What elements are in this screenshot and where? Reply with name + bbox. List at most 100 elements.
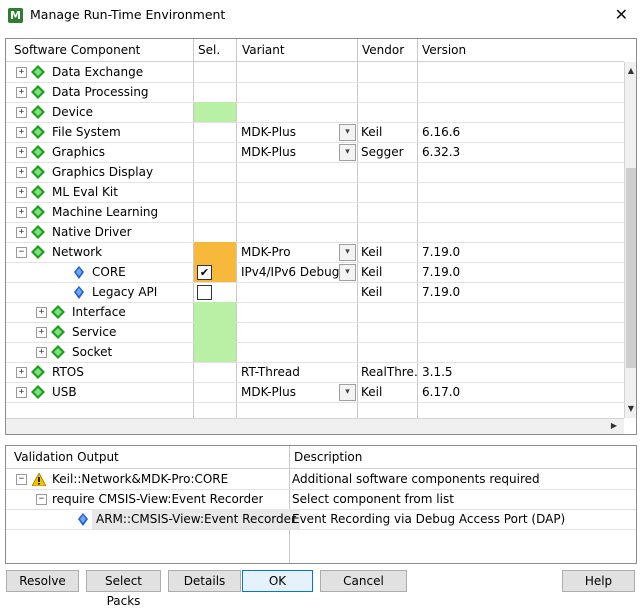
chevron-down-icon[interactable]: ▾	[339, 124, 356, 141]
component-row[interactable]: + Graphics Display	[6, 162, 624, 183]
expand-icon[interactable]: +	[16, 207, 27, 218]
details-button[interactable]: Details	[168, 570, 241, 592]
chevron-down-icon[interactable]: ▾	[339, 384, 356, 401]
ok-button[interactable]: OK	[242, 570, 313, 592]
variant-cell[interactable]: MDK-Plus ▾	[237, 142, 357, 162]
cancel-button[interactable]: Cancel	[320, 570, 407, 592]
col-description[interactable]: Description	[290, 446, 362, 468]
scroll-up-icon[interactable]: ▲	[625, 64, 636, 78]
horizontal-scrollbar[interactable]: ▶	[6, 418, 624, 434]
expand-icon[interactable]: +	[16, 127, 27, 138]
component-row[interactable]: Legacy API Keil 7.19.0	[6, 282, 624, 303]
sel-cell[interactable]	[194, 162, 236, 182]
vendor-cell	[358, 342, 419, 362]
col-vendor[interactable]: Vendor	[358, 39, 404, 61]
component-class-icon	[51, 345, 65, 359]
component-row[interactable]: + ML Eval Kit	[6, 182, 624, 203]
help-button[interactable]: Help	[562, 570, 635, 592]
version-cell: 7.19.0	[422, 285, 461, 299]
expand-icon[interactable]: +	[16, 367, 27, 378]
validation-row[interactable]: − Keil::Network&MDK-Pro:CORE Additional so…	[6, 469, 636, 490]
component-row[interactable]: + Service	[6, 322, 624, 343]
component-row[interactable]: + USB MDK-Plus ▾ Keil 6.17.0	[6, 382, 624, 403]
component-row[interactable]: − Network MDK-Pro ▾ Keil 7.19.0	[6, 242, 624, 263]
component-row[interactable]: + RTOS RT-Thread RealThre…3.1.5	[6, 362, 624, 383]
vendor-cell	[358, 102, 419, 122]
collapse-icon[interactable]: −	[36, 494, 47, 505]
sel-cell[interactable]	[194, 202, 236, 222]
expand-icon[interactable]: +	[16, 187, 27, 198]
component-class-icon	[51, 305, 65, 319]
chevron-down-icon[interactable]: ▾	[339, 144, 356, 161]
component-icon	[74, 286, 84, 299]
chevron-down-icon[interactable]: ▾	[339, 264, 356, 281]
sel-cell[interactable]	[194, 302, 236, 322]
chevron-down-icon[interactable]: ▾	[339, 244, 356, 261]
component-row[interactable]: + Interface	[6, 302, 624, 323]
expand-icon[interactable]: +	[36, 327, 47, 338]
sel-cell[interactable]	[194, 342, 236, 362]
resolve-button[interactable]: Resolve	[6, 570, 79, 592]
component-row[interactable]: CORE ✔ IPv4/IPv6 Debug ▾ Keil 7.19.0	[6, 262, 624, 283]
sel-cell[interactable]	[194, 102, 236, 122]
component-row[interactable]: + File System MDK-Plus ▾ Keil 6.16.6	[6, 122, 624, 143]
col-version[interactable]: Version	[418, 39, 466, 61]
vendor-cell	[358, 222, 419, 242]
sel-cell[interactable]	[194, 222, 236, 242]
vendor-cell	[358, 62, 419, 82]
sel-cell[interactable]	[194, 322, 236, 342]
col-validation-output[interactable]: Validation Output	[10, 446, 119, 468]
expand-icon[interactable]: +	[16, 227, 27, 238]
sel-cell[interactable]	[194, 282, 236, 302]
expand-icon[interactable]: +	[16, 67, 27, 78]
sel-cell[interactable]	[194, 82, 236, 102]
component-row[interactable]: + Data Exchange	[6, 62, 624, 83]
expand-icon[interactable]: +	[16, 147, 27, 158]
collapse-icon[interactable]: −	[16, 247, 27, 258]
vertical-scrollbar[interactable]: ▲ ▼	[624, 62, 636, 418]
sel-cell[interactable]	[194, 242, 236, 262]
variant-cell	[237, 222, 357, 242]
sel-cell[interactable]	[194, 382, 236, 402]
close-button[interactable]: ✕	[615, 5, 628, 24]
variant-cell[interactable]: IPv4/IPv6 Debug ▾	[237, 262, 357, 282]
validation-row[interactable]: − require CMSIS-View:Event Recorder Select…	[6, 489, 636, 510]
select-checkbox[interactable]: ✔	[197, 265, 212, 280]
component-row[interactable]: + Device	[6, 102, 624, 123]
expand-icon[interactable]: +	[36, 307, 47, 318]
col-software-component[interactable]: Software Component	[10, 39, 140, 61]
component-row[interactable]: + Graphics MDK-Plus ▾ Segger 6.32.3	[6, 142, 624, 163]
component-row[interactable]: + Machine Learning	[6, 202, 624, 223]
variant-cell[interactable]: MDK-Plus ▾	[237, 122, 357, 142]
variant-cell	[237, 342, 357, 362]
col-variant[interactable]: Variant	[238, 39, 285, 61]
scroll-right-icon[interactable]: ▶	[608, 419, 620, 433]
component-row[interactable]: + Data Processing	[6, 82, 624, 103]
sel-cell[interactable]	[194, 182, 236, 202]
sel-cell[interactable]: ✔	[194, 262, 236, 282]
component-row[interactable]: + Native Driver	[6, 222, 624, 243]
scroll-thumb[interactable]	[626, 168, 636, 368]
expand-icon[interactable]: +	[36, 347, 47, 358]
scroll-down-icon[interactable]: ▼	[625, 402, 636, 416]
sel-cell[interactable]	[194, 142, 236, 162]
validation-row[interactable]: ARM::CMSIS-View:Event Recorder Event Reco…	[6, 509, 636, 530]
select-packs-button[interactable]: Select Packs	[86, 570, 161, 608]
sel-cell[interactable]	[194, 362, 236, 382]
col-sel[interactable]: Sel.	[194, 39, 220, 61]
version-cell: 6.16.6	[422, 125, 461, 139]
sel-cell[interactable]	[194, 122, 236, 142]
variant-cell[interactable]: MDK-Pro ▾	[237, 242, 357, 262]
select-checkbox[interactable]	[197, 285, 212, 300]
version-cell: 6.17.0	[422, 385, 461, 399]
expand-icon[interactable]: +	[16, 167, 27, 178]
component-row[interactable]: + Socket	[6, 342, 624, 363]
expand-icon[interactable]: +	[16, 107, 27, 118]
expand-icon[interactable]: +	[16, 387, 27, 398]
vendor-cell: Segger	[361, 145, 404, 159]
expand-icon[interactable]: +	[16, 87, 27, 98]
collapse-icon[interactable]: −	[16, 474, 27, 485]
sel-cell[interactable]	[194, 62, 236, 82]
variant-cell	[237, 182, 357, 202]
variant-cell[interactable]: MDK-Plus ▾	[237, 382, 357, 402]
